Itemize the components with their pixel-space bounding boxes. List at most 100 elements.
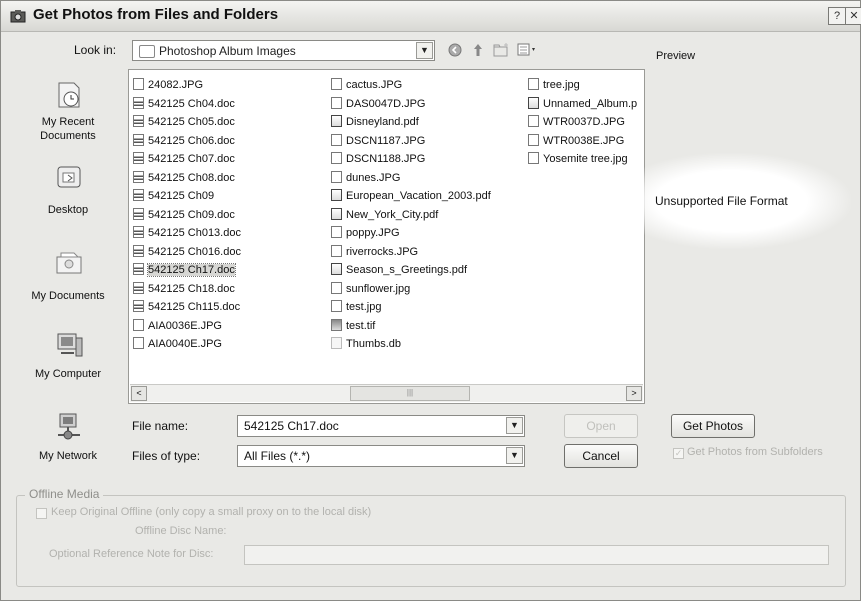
close-button[interactable]: ✕: [845, 7, 861, 25]
help-button[interactable]: ?: [828, 7, 846, 25]
file-item[interactable]: 542125 Ch09.doc: [133, 206, 241, 225]
file-name: Unnamed_Album.p: [543, 97, 638, 110]
file-item[interactable]: DSCN1187.JPG: [331, 132, 491, 151]
document-file-icon: [133, 244, 144, 257]
file-item[interactable]: 542125 Ch016.doc: [133, 243, 241, 262]
file-name: 542125 Ch04.doc: [148, 97, 235, 110]
chevron-down-icon[interactable]: ▼: [506, 417, 523, 434]
file-item[interactable]: 542125 Ch013.doc: [133, 224, 241, 243]
file-item[interactable]: tree.jpg: [528, 76, 637, 95]
up-folder-icon[interactable]: [469, 41, 487, 59]
file-list[interactable]: 24082.JPG 542125 Ch04.doc 542125 Ch05.do…: [128, 69, 645, 404]
cancel-button[interactable]: Cancel: [564, 444, 638, 468]
reference-note-input[interactable]: [244, 545, 829, 565]
look-in-combo[interactable]: Photoshop Album Images ▼: [132, 40, 435, 61]
image-file-icon: [331, 244, 342, 257]
subfolders-checkbox[interactable]: ✓: [673, 448, 684, 459]
file-item[interactable]: New_York_City.pdf: [331, 206, 491, 225]
subfolders-label: Get Photos from Subfolders: [687, 446, 823, 458]
file-name-label: File name:: [132, 419, 189, 433]
file-type-combo[interactable]: All Files (*.*) ▼: [237, 445, 525, 467]
file-name: 542125 Ch17.doc: [147, 263, 236, 277]
file-item[interactable]: European_Vacation_2003.pdf: [331, 187, 491, 206]
place-my-documents[interactable]: My Documents: [16, 245, 120, 305]
offline-media-title: Offline Media: [25, 487, 104, 501]
file-type-label: Files of type:: [132, 449, 201, 463]
document-file-icon: [133, 207, 144, 220]
look-in-label: Look in:: [74, 43, 117, 57]
file-item[interactable]: 542125 Ch06.doc: [133, 132, 241, 151]
file-item[interactable]: 542125 Ch07.doc: [133, 150, 241, 169]
file-item[interactable]: riverrocks.JPG: [331, 243, 491, 262]
file-name: 542125 Ch09: [148, 190, 215, 202]
scroll-left-arrow[interactable]: <: [131, 386, 147, 401]
file-item[interactable]: test.tif: [331, 317, 491, 336]
file-item[interactable]: WTR0037D.JPG: [528, 113, 637, 132]
preview-label: Preview: [656, 50, 696, 62]
offline-disc-name-label: Offline Disc Name:: [135, 525, 227, 537]
file-item[interactable]: 24082.JPG: [133, 76, 241, 95]
file-item[interactable]: Unnamed_Album.p: [528, 95, 637, 114]
image-file-icon: [133, 78, 144, 91]
file-item[interactable]: Season_s_Greetings.pdf: [331, 261, 491, 280]
document-file-icon: [133, 226, 144, 239]
file-item[interactable]: 542125 Ch115.doc: [133, 298, 241, 317]
document-file-icon: [133, 96, 144, 109]
file-item[interactable]: 542125 Ch18.doc: [133, 280, 241, 299]
file-item[interactable]: 542125 Ch04.doc: [133, 95, 241, 114]
keep-original-checkbox[interactable]: [36, 508, 47, 519]
chevron-down-icon[interactable]: ▼: [506, 447, 523, 464]
file-item[interactable]: 542125 Ch05.doc: [133, 113, 241, 132]
file-item[interactable]: dunes.JPG: [331, 169, 491, 188]
desktop-icon: [57, 166, 81, 188]
file-item[interactable]: 542125 Ch09: [133, 187, 241, 206]
file-item[interactable]: DAS0047D.JPG: [331, 95, 491, 114]
get-photos-button[interactable]: Get Photos: [671, 414, 755, 438]
file-name-combo[interactable]: 542125 Ch17.doc ▼: [237, 415, 525, 437]
chevron-down-icon[interactable]: ▼: [416, 42, 433, 59]
file-column-2: cactus.JPG DAS0047D.JPG Disneyland.pdf D…: [331, 76, 491, 354]
file-item[interactable]: poppy.JPG: [331, 224, 491, 243]
my-documents-icon: [56, 252, 82, 274]
file-name: cactus.JPG: [346, 79, 403, 91]
pdf-file-icon: [331, 207, 342, 220]
file-item[interactable]: test.jpg: [331, 298, 491, 317]
back-icon[interactable]: [445, 41, 465, 59]
image-file-icon: [331, 133, 342, 146]
image-file-icon: [133, 318, 144, 331]
file-item[interactable]: 542125 Ch08.doc: [133, 169, 241, 188]
file-item[interactable]: sunflower.jpg: [331, 280, 491, 299]
file-item[interactable]: Thumbs.db: [331, 335, 491, 354]
place-desktop[interactable]: Desktop: [16, 163, 120, 223]
place-label: My Network: [38, 450, 98, 462]
file-item[interactable]: Disneyland.pdf: [331, 113, 491, 132]
scroll-thumb[interactable]: |||: [350, 386, 470, 401]
file-name: New_York_City.pdf: [346, 208, 439, 221]
place-my-network[interactable]: My Network: [16, 411, 120, 465]
file-item[interactable]: cactus.JPG: [331, 76, 491, 95]
place-my-computer[interactable]: My Computer: [16, 329, 120, 389]
folder-icon: [139, 45, 155, 58]
database-file-icon: [331, 337, 342, 350]
open-button[interactable]: Open: [564, 414, 638, 438]
my-network-icon: [58, 413, 80, 440]
file-item-selected[interactable]: 542125 Ch17.doc: [133, 261, 241, 280]
horizontal-scrollbar[interactable]: < ||| >: [130, 384, 643, 402]
file-item[interactable]: DSCN1188.JPG: [331, 150, 491, 169]
place-label: Desktop: [47, 204, 89, 216]
camera-app-icon: [10, 10, 26, 23]
file-item[interactable]: AIA0036E.JPG: [133, 317, 241, 336]
title-bar[interactable]: Get Photos from Files and Folders ? ✕: [1, 1, 861, 32]
file-item[interactable]: WTR0038E.JPG: [528, 132, 637, 151]
view-menu-icon[interactable]: [515, 41, 541, 59]
look-in-value: Photoshop Album Images: [159, 44, 296, 58]
new-folder-icon[interactable]: [491, 41, 511, 59]
file-name: 542125 Ch016.doc: [148, 245, 241, 258]
file-name: poppy.JPG: [346, 227, 400, 239]
image-file-icon: [331, 152, 342, 165]
file-name: WTR0038E.JPG: [543, 134, 625, 147]
file-name: 542125 Ch18.doc: [148, 282, 235, 295]
scroll-right-arrow[interactable]: >: [626, 386, 642, 401]
file-item[interactable]: AIA0040E.JPG: [133, 335, 241, 354]
place-my-recent-documents[interactable]: My Recent Documents: [16, 79, 120, 159]
